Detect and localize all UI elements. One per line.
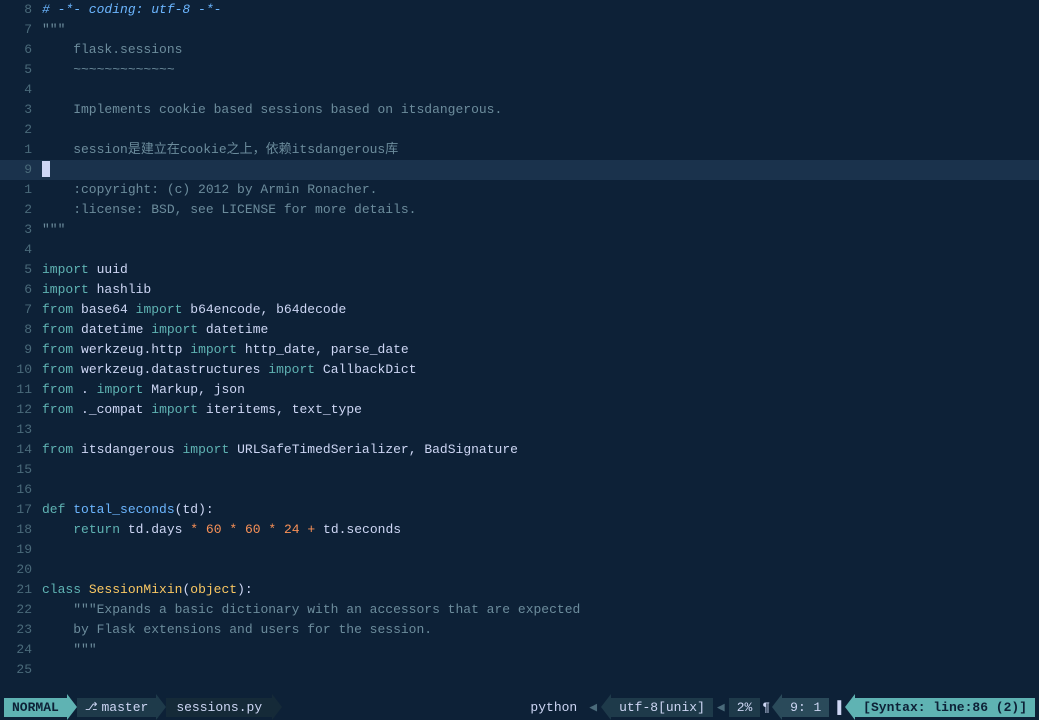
code-line: 7 """ [0,20,1039,40]
code-line: 3 Implements cookie based sessions based… [0,100,1039,120]
code-line: 21 class SessionMixin(object): [0,580,1039,600]
code-line: 22 """Expands a basic dictionary with an… [0,600,1039,620]
pilcrow: ¶ [760,698,772,717]
code-line: 2 :license: BSD, see LICENSE for more de… [0,200,1039,220]
percent-label: 2% [729,698,761,717]
code-line: 17 def total_seconds(td): [0,500,1039,520]
pos-indicator: ▐ [829,698,845,717]
code-line: 18 return td.days * 60 * 60 * 24 + td.se… [0,520,1039,540]
filetype-label: python [522,698,585,717]
encoding-arrow: ◀ [713,698,729,717]
position-label: 9: 1 [782,698,829,717]
code-line: 3 """ [0,220,1039,240]
code-line: 7 from base64 import b64encode, b64decod… [0,300,1039,320]
syntax-label: [Syntax: line:86 (2)] [855,698,1035,717]
code-line: 1 :copyright: (c) 2012 by Armin Ronacher… [0,180,1039,200]
code-line: 4 [0,80,1039,100]
filename-label: sessions.py [166,698,272,717]
code-line: 2 [0,120,1039,140]
code-line: 11 from . import Markup, json [0,380,1039,400]
pos-arrow [772,694,782,720]
code-line: 4 [0,240,1039,260]
code-line: 19 [0,540,1039,560]
code-line: 6 import hashlib [0,280,1039,300]
code-line: 6 flask.sessions [0,40,1039,60]
filetype-arrow: ◀ [585,698,601,717]
encoding-label: utf-8[unix] [611,698,713,717]
code-area: 8 # -*- coding: utf-8 -*- 7 """ 6 flask.… [0,0,1039,694]
code-line: 15 [0,460,1039,480]
code-line: 10 from werkzeug.datastructures import C… [0,360,1039,380]
file-arrow [272,694,282,720]
branch-arrow [156,694,166,720]
code-line: 12 from ._compat import iteritems, text_… [0,400,1039,420]
code-line: 16 [0,480,1039,500]
mode-arrow [67,694,77,720]
status-right: python ◀ utf-8[unix] ◀ 2% ¶ 9: 1 ▐ [Synt… [522,694,1035,720]
code-line: 5 import uuid [0,260,1039,280]
code-line: 25 [0,660,1039,680]
branch-indicator: ⎇ master [77,698,157,717]
branch-label: master [102,700,149,715]
code-line: 13 [0,420,1039,440]
statusbar: NORMAL ⎇ master sessions.py python ◀ utf… [0,694,1039,720]
branch-icon: ⎇ [85,700,98,714]
code-line-cursor: 9 [0,160,1039,180]
enc-arrow [601,694,611,720]
code-line: 1 session是建立在cookie之上，依赖itsdangerous库 [0,140,1039,160]
code-line: 9 from werkzeug.http import http_date, p… [0,340,1039,360]
mode-indicator: NORMAL [4,698,67,717]
code-line: 8 from datetime import datetime [0,320,1039,340]
code-line: 20 [0,560,1039,580]
code-line: 8 # -*- coding: utf-8 -*- [0,0,1039,20]
code-line: 24 """ [0,640,1039,660]
syn-arrow [845,694,855,720]
code-line: 5 ~~~~~~~~~~~~~ [0,60,1039,80]
editor: 8 # -*- coding: utf-8 -*- 7 """ 6 flask.… [0,0,1039,720]
code-line: 14 from itsdangerous import URLSafeTimed… [0,440,1039,460]
code-line: 23 by Flask extensions and users for the… [0,620,1039,640]
